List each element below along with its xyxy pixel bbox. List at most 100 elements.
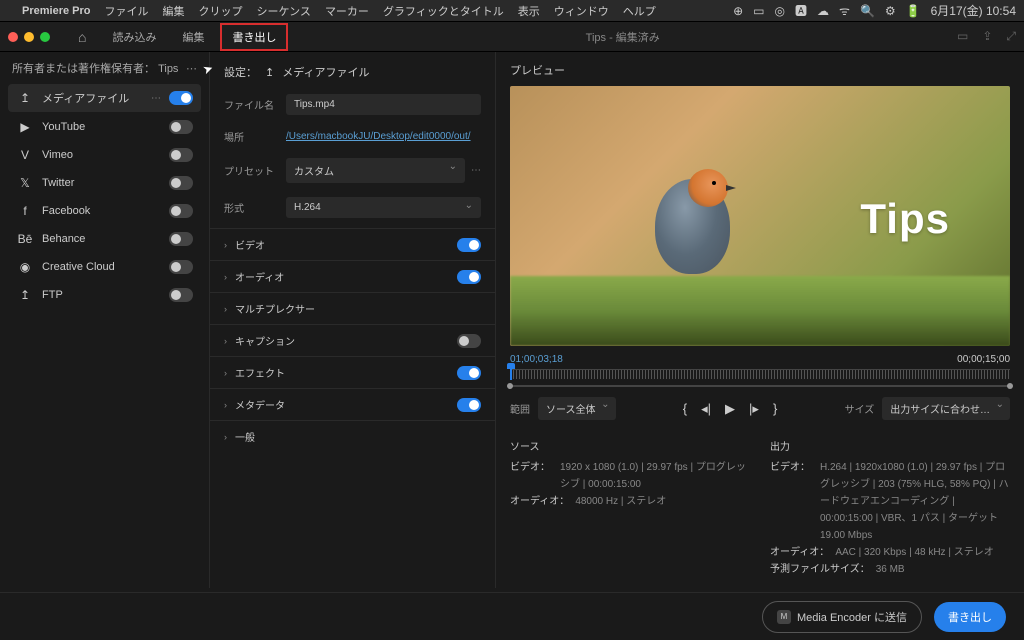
video-preview[interactable]: Tips <box>510 86 1010 346</box>
chevron-right-icon: › <box>224 400 227 410</box>
dest-item-facebook[interactable]: f Facebook <box>8 198 201 224</box>
filename-input[interactable]: Tips.mp4 <box>286 94 481 115</box>
size-select[interactable]: 出力サイズに合わせ… <box>882 397 1010 420</box>
tray-icon[interactable]: ▭ <box>753 4 764 18</box>
dest-item-vimeo[interactable]: V Vimeo <box>8 142 201 168</box>
dest-icon: V <box>16 148 34 162</box>
section-一般[interactable]: › 一般 <box>210 420 495 452</box>
sidebar-more-icon[interactable]: ⋯ <box>186 62 197 75</box>
timeline-scrubber[interactable] <box>510 369 1010 383</box>
tray-icon[interactable]: ☁ <box>817 4 829 18</box>
search-icon[interactable]: 🔍 <box>860 4 875 18</box>
dest-toggle[interactable] <box>169 232 193 246</box>
format-label: 形式 <box>224 200 286 215</box>
range-label: 範囲 <box>510 401 530 416</box>
section-toggle[interactable] <box>457 270 481 284</box>
dest-item-behance[interactable]: Bē Behance <box>8 226 201 252</box>
dest-item-メディアファイル[interactable]: ↥ メディアファイル ⋯ <box>8 84 201 112</box>
play-icon[interactable]: ▶ <box>725 401 735 417</box>
menu-sequence[interactable]: シーケンス <box>256 3 310 19</box>
document-title: Tips - 編集済み <box>294 29 951 45</box>
wifi-icon[interactable]: ᯤ <box>839 2 850 19</box>
section-オーディオ[interactable]: › オーディオ <box>210 260 495 292</box>
chevron-right-icon: › <box>224 336 227 346</box>
app-name[interactable]: Premiere Pro <box>22 5 90 17</box>
tray-icon[interactable]: 🅰 <box>795 2 807 19</box>
menu-edit[interactable]: 編集 <box>162 3 184 19</box>
dest-item-creative cloud[interactable]: ◉ Creative Cloud <box>8 254 201 280</box>
menu-help[interactable]: ヘルプ <box>623 3 656 19</box>
chevron-right-icon: › <box>224 432 227 442</box>
mark-in-icon[interactable]: { <box>683 401 687 417</box>
home-icon[interactable]: ⌂ <box>78 29 86 45</box>
dest-label: Vimeo <box>42 149 169 161</box>
dest-toggle[interactable] <box>169 91 193 105</box>
dest-toggle[interactable] <box>169 176 193 190</box>
dest-more-icon[interactable]: ⋯ <box>151 93 161 104</box>
tab-import[interactable]: 読み込み <box>102 25 166 49</box>
menu-marker[interactable]: マーカー <box>325 3 369 19</box>
dest-item-twitter[interactable]: 𝕏 Twitter <box>8 170 201 196</box>
menu-graphics[interactable]: グラフィックとタイトル <box>383 3 504 19</box>
range-select[interactable]: ソース全体 <box>538 397 616 420</box>
preview-panel: プレビュー Tips 01;00;03;18 00;00;15;00 範囲 ソー… <box>496 52 1024 588</box>
workspace-icon[interactable]: ▭ <box>957 29 968 44</box>
dest-toggle[interactable] <box>169 288 193 302</box>
section-マルチプレクサー[interactable]: › マルチプレクサー <box>210 292 495 324</box>
location-link[interactable]: /Users/macbookJU/Desktop/edit0000/out/ <box>286 131 471 142</box>
export-settings-panel: 設定： ↥ メディアファイル ファイル名 Tips.mp4 場所 /Users/… <box>210 52 496 588</box>
macos-menubar: Premiere Pro ファイル 編集 クリップ シーケンス マーカー グラフ… <box>0 0 1024 22</box>
footer-bar: M Media Encoder に送信 書き出し <box>0 592 1024 640</box>
menu-clip[interactable]: クリップ <box>198 3 242 19</box>
step-back-icon[interactable]: ◂| <box>701 401 711 417</box>
section-label: マルチプレクサー <box>235 301 481 316</box>
dest-item-ftp[interactable]: ↥ FTP <box>8 282 201 308</box>
tray-icon[interactable]: ⊕ <box>733 4 743 18</box>
mark-out-icon[interactable]: } <box>773 401 777 417</box>
preset-label: プリセット <box>224 163 286 178</box>
section-toggle[interactable] <box>457 398 481 412</box>
timecode-current[interactable]: 01;00;03;18 <box>510 354 563 365</box>
fullscreen-icon[interactable]: ⤢ <box>1006 29 1016 44</box>
menu-window[interactable]: ウィンドウ <box>554 3 609 19</box>
share-icon[interactable]: ⇪ <box>982 29 992 44</box>
step-fwd-icon[interactable]: |▸ <box>749 401 759 417</box>
location-label: 場所 <box>224 129 286 144</box>
dest-toggle[interactable] <box>169 260 193 274</box>
section-toggle[interactable] <box>457 334 481 348</box>
upload-icon: ↥ <box>265 66 274 79</box>
dest-icon: Bē <box>16 232 34 246</box>
dest-label: Twitter <box>42 177 169 189</box>
section-エフェクト[interactable]: › エフェクト <box>210 356 495 388</box>
section-toggle[interactable] <box>457 366 481 380</box>
dest-item-youtube[interactable]: ▶ YouTube <box>8 114 201 140</box>
dest-label: Creative Cloud <box>42 261 169 273</box>
clock[interactable]: 6月17(金) 10:54 <box>931 2 1016 19</box>
dest-label: Facebook <box>42 205 169 217</box>
section-キャプション[interactable]: › キャプション <box>210 324 495 356</box>
control-center-icon[interactable]: ⚙ <box>885 4 896 18</box>
preset-more-icon[interactable]: ⋯ <box>471 165 481 176</box>
preset-select[interactable]: カスタム <box>286 158 465 183</box>
chevron-right-icon: › <box>224 368 227 378</box>
dest-toggle[interactable] <box>169 148 193 162</box>
export-button[interactable]: 書き出し <box>934 602 1006 632</box>
dest-icon: ▶ <box>16 120 34 134</box>
window-controls[interactable] <box>8 32 50 42</box>
source-info: ソース ビデオ：1920 x 1080 (1.0) | 29.97 fps | … <box>510 438 750 578</box>
format-select[interactable]: H.264 <box>286 197 481 218</box>
dest-toggle[interactable] <box>169 120 193 134</box>
dest-toggle[interactable] <box>169 204 193 218</box>
tray-icon[interactable]: ◎ <box>774 4 784 18</box>
timecode-duration[interactable]: 00;00;15;00 <box>957 354 1010 365</box>
section-ビデオ[interactable]: › ビデオ <box>210 228 495 260</box>
section-toggle[interactable] <box>457 238 481 252</box>
section-メタデータ[interactable]: › メタデータ <box>210 388 495 420</box>
tab-edit[interactable]: 編集 <box>172 25 214 49</box>
section-label: 一般 <box>235 429 481 444</box>
battery-icon[interactable]: 🔋 <box>906 4 921 18</box>
menu-file[interactable]: ファイル <box>104 3 148 19</box>
tab-export[interactable]: 書き出し <box>220 23 288 51</box>
send-to-encoder-button[interactable]: M Media Encoder に送信 <box>762 601 922 633</box>
menu-view[interactable]: 表示 <box>518 3 540 19</box>
